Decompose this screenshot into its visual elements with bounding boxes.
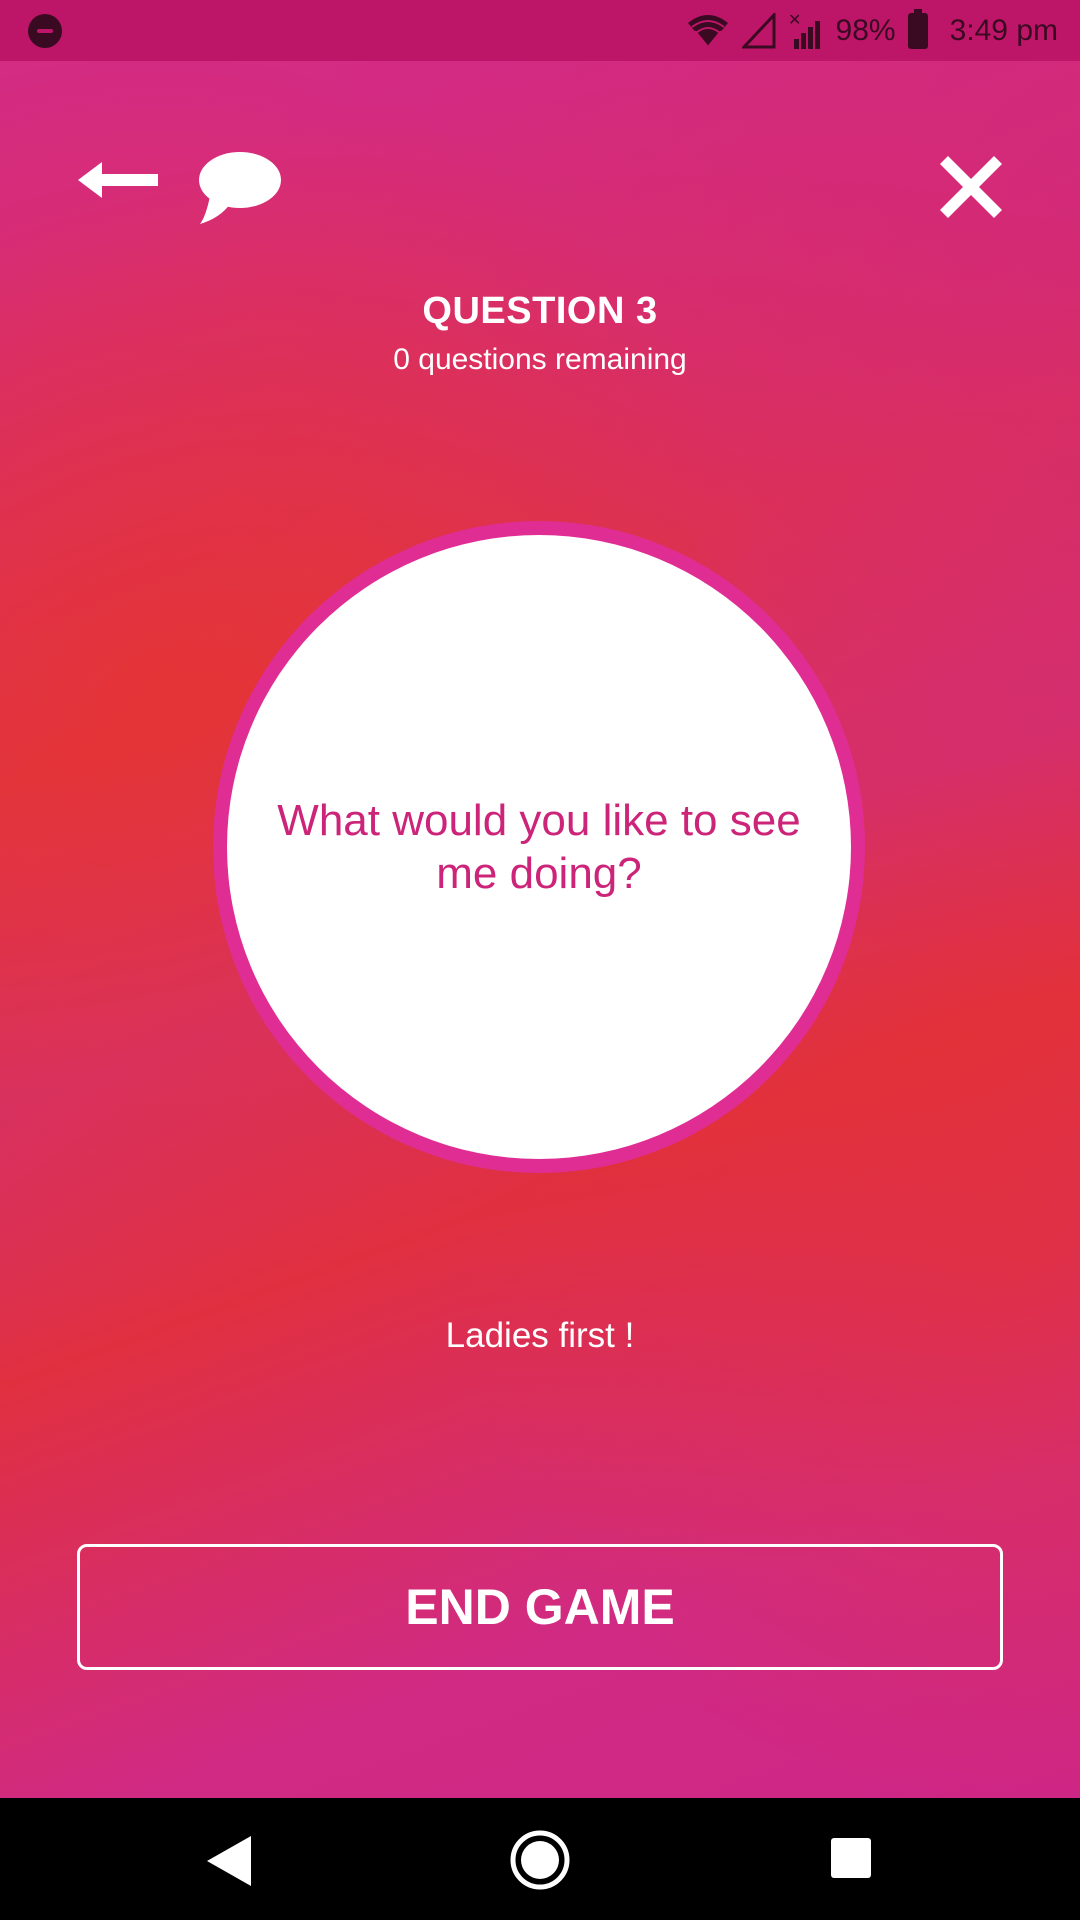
wifi-icon [687, 14, 728, 48]
question-card-inner: What would you like to see me doing? [227, 535, 851, 1159]
speech-bubble-icon [199, 152, 281, 224]
system-nav-bar [0, 1798, 1080, 1920]
turn-indicator: Ladies first ! [445, 1316, 635, 1355]
do-not-disturb-icon [28, 14, 62, 48]
no-signal-icon: ✕ [788, 11, 820, 49]
status-bar: ✕ 98% 3:49 pm [0, 0, 1080, 61]
question-text: What would you like to see me doing? [277, 796, 801, 898]
status-bar-right: ✕ 98% 3:49 pm [686, 0, 1058, 61]
end-game-button[interactable]: END GAME [77, 1544, 1003, 1670]
nav-recents-icon[interactable] [831, 1838, 871, 1878]
question-title: QUESTION 3 [422, 290, 658, 332]
battery-percent: 98% [835, 13, 896, 47]
nav-back-button[interactable] [205, 1834, 255, 1888]
close-x-icon [940, 156, 1002, 218]
arrow-left-icon [78, 162, 158, 198]
questions-remaining: 0 questions remaining [393, 343, 687, 376]
nav-home-icon [510, 1830, 570, 1890]
game-screen: ✕ 98% 3:49 pm QUESTION 3 0 questions rem… [0, 0, 1080, 1920]
battery-icon [907, 8, 928, 49]
svg-text:✕: ✕ [788, 11, 801, 29]
chat-button[interactable] [196, 150, 282, 226]
clock-time: 3:49 pm [949, 13, 1058, 47]
back-button[interactable] [78, 150, 162, 210]
close-button[interactable] [940, 156, 1002, 218]
signal-icon [741, 12, 776, 48]
nav-home-button[interactable] [509, 1829, 571, 1891]
question-card: What would you like to see me doing? [213, 521, 865, 1173]
nav-back-icon [207, 1836, 251, 1886]
